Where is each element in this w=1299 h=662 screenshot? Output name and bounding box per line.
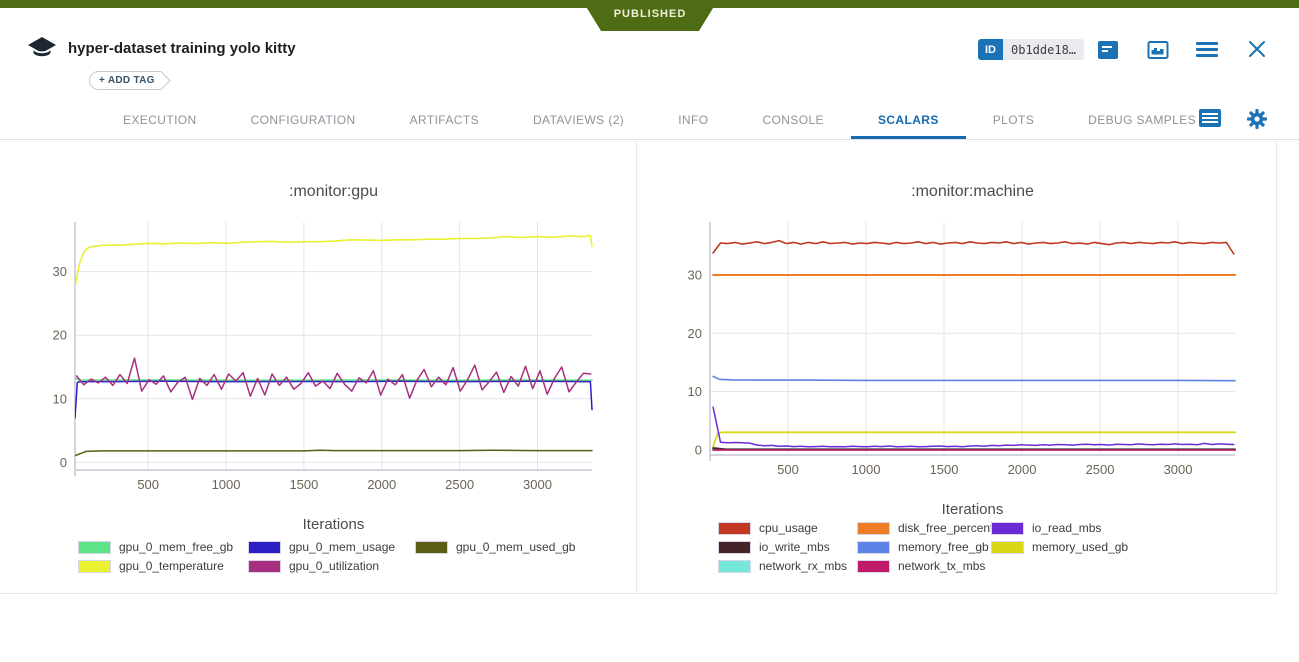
menu-icon[interactable] [1196, 42, 1218, 61]
svg-text:500: 500 [137, 477, 159, 492]
svg-text:2500: 2500 [1086, 462, 1115, 477]
legend-label: network_rx_mbs [759, 559, 847, 573]
svg-text:10: 10 [688, 384, 702, 399]
svg-text:1500: 1500 [930, 462, 959, 477]
svg-text:10: 10 [53, 391, 67, 406]
gpu-chart-xlabel: Iterations [75, 516, 592, 533]
legend-swatch [857, 560, 890, 573]
legend-item[interactable]: network_rx_mbs [718, 559, 857, 573]
svg-text:3000: 3000 [523, 477, 552, 492]
legend-item[interactable]: io_read_mbs [991, 521, 1191, 535]
svg-text:30: 30 [688, 268, 702, 283]
legend-label: memory_used_gb [1032, 540, 1128, 554]
legend-item[interactable]: gpu_0_mem_usage [248, 540, 415, 554]
legend-swatch [415, 541, 448, 554]
legend-label: gpu_0_mem_free_gb [119, 540, 233, 554]
gpu-chart-card: 0 10 20 30 500 1000 1500 2000 2500 3000 :monitor:… [0, 141, 637, 594]
tab-scalars[interactable]: SCALARS [851, 103, 966, 139]
legend-swatch [78, 541, 111, 554]
add-tag-button[interactable]: + ADD TAG [89, 71, 161, 90]
legend-item[interactable]: disk_free_percent [857, 521, 991, 535]
legend-item[interactable]: gpu_0_mem_free_gb [78, 540, 248, 554]
svg-text:0: 0 [695, 442, 702, 457]
legend-label: cpu_usage [759, 521, 818, 535]
legend-swatch [857, 541, 890, 554]
legend-item[interactable]: io_write_mbs [718, 540, 857, 554]
legend-label: gpu_0_mem_usage [289, 540, 395, 554]
legend-label: memory_free_gb [898, 540, 989, 554]
legend-label: network_tx_mbs [898, 559, 985, 573]
svg-text:1500: 1500 [289, 477, 318, 492]
legend-label: disk_free_percent [898, 521, 993, 535]
info-panel-icon[interactable] [1097, 40, 1119, 65]
svg-text:3000: 3000 [1164, 462, 1193, 477]
tab-configuration[interactable]: CONFIGURATION [224, 103, 383, 139]
legend-item[interactable]: gpu_0_utilization [248, 559, 415, 573]
svg-text:2000: 2000 [367, 477, 396, 492]
tab-info[interactable]: INFO [651, 103, 735, 139]
svg-text:500: 500 [777, 462, 799, 477]
svg-text:20: 20 [53, 328, 67, 343]
app-logo-icon [27, 36, 57, 69]
svg-text:0: 0 [60, 455, 67, 470]
svg-text:2500: 2500 [445, 477, 474, 492]
tab-artifacts[interactable]: ARTIFACTS [383, 103, 506, 139]
machine-chart-card: 0 10 20 30 500 1000 1500 2000 2500 3000 :monitor:… [637, 141, 1277, 594]
svg-text:30: 30 [53, 264, 67, 279]
svg-text:1000: 1000 [212, 477, 241, 492]
legend-swatch [248, 541, 281, 554]
legend-item[interactable]: gpu_0_mem_used_gb [415, 540, 625, 554]
legend-swatch [991, 522, 1024, 535]
legend-swatch [718, 522, 751, 535]
machine-chart-xlabel: Iterations [710, 501, 1235, 518]
close-icon[interactable] [1248, 40, 1266, 63]
svg-text:2000: 2000 [1008, 462, 1037, 477]
legend-item[interactable]: gpu_0_temperature [78, 559, 248, 573]
settings-gear-icon[interactable] [1246, 108, 1268, 135]
legend-item[interactable]: network_tx_mbs [857, 559, 991, 573]
published-label: PUBLISHED [614, 8, 687, 20]
legend-label: gpu_0_temperature [119, 559, 224, 573]
table-view-icon[interactable] [1198, 108, 1222, 133]
tab-bar: EXECUTION CONFIGURATION ARTIFACTS DATAVI… [0, 103, 1299, 140]
experiment-title: hyper-dataset training yolo kitty [68, 40, 296, 57]
tab-dataviews[interactable]: DATAVIEWS (2) [506, 103, 651, 139]
legend-label: io_read_mbs [1032, 521, 1101, 535]
legend-swatch [991, 541, 1024, 554]
legend-label: gpu_0_mem_used_gb [456, 540, 575, 554]
legend-swatch [857, 522, 890, 535]
tab-plots[interactable]: PLOTS [966, 103, 1061, 139]
machine-chart-legend: cpu_usage disk_free_percent io_read_mbs io_… [718, 521, 1191, 573]
image-preview-icon[interactable] [1147, 40, 1169, 65]
legend-label: gpu_0_utilization [289, 559, 379, 573]
gpu-chart-title: :monitor:gpu [75, 183, 592, 201]
tab-console[interactable]: CONSOLE [735, 103, 850, 139]
id-badge-value: 0b1dde18… [1003, 39, 1084, 60]
legend-label: io_write_mbs [759, 540, 830, 554]
legend-swatch [78, 560, 111, 573]
legend-item[interactable]: cpu_usage [718, 521, 857, 535]
legend-item[interactable]: memory_free_gb [857, 540, 991, 554]
legend-swatch [248, 560, 281, 573]
machine-chart-title: :monitor:machine [710, 183, 1235, 201]
tab-execution[interactable]: EXECUTION [96, 103, 224, 139]
add-tag-label: + ADD TAG [99, 75, 159, 86]
legend-swatch [718, 541, 751, 554]
id-badge-label: ID [978, 39, 1003, 60]
svg-text:1000: 1000 [852, 462, 881, 477]
experiment-id-badge[interactable]: ID 0b1dde18… [978, 39, 1084, 60]
published-ribbon: PUBLISHED [582, 0, 718, 31]
legend-swatch [718, 560, 751, 573]
gpu-chart-legend: gpu_0_mem_free_gb gpu_0_mem_usage gpu_0_me… [78, 540, 625, 573]
svg-text:20: 20 [688, 326, 702, 341]
legend-item[interactable]: memory_used_gb [991, 540, 1191, 554]
